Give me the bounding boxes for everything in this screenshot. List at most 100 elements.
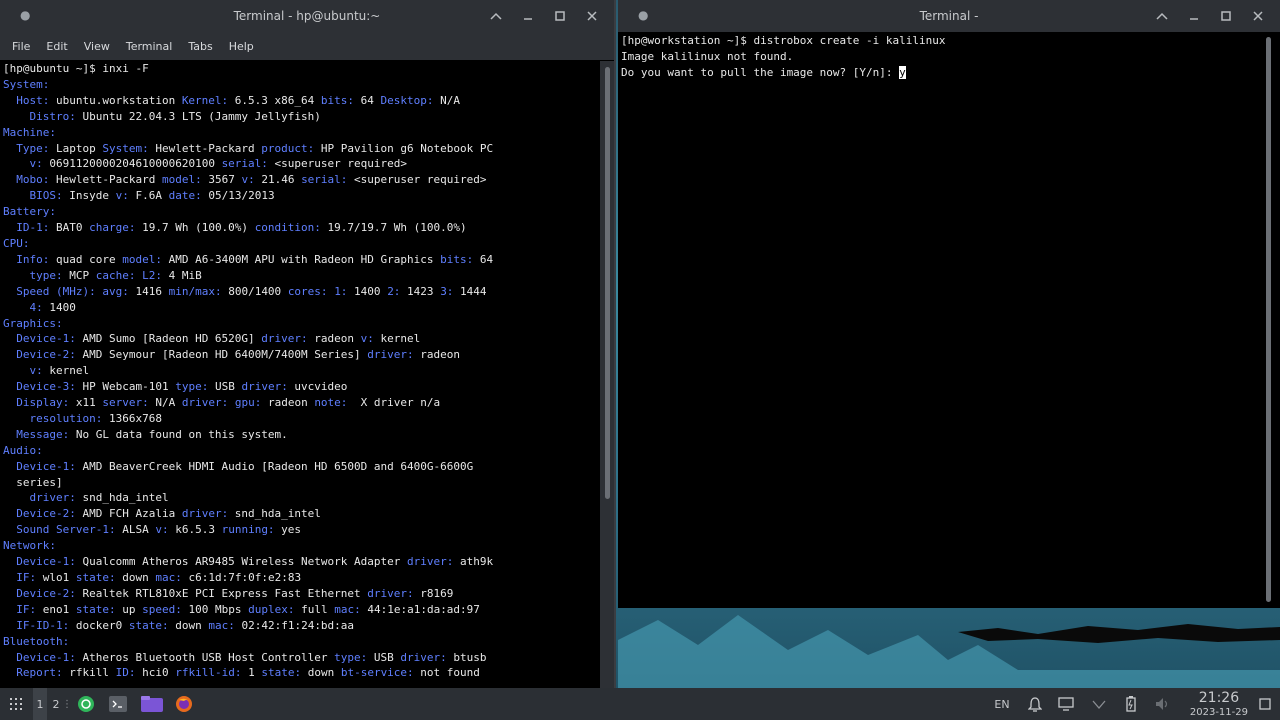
field-label: v:	[3, 157, 43, 171]
workspace-1[interactable]: 1	[33, 688, 47, 720]
menu-file[interactable]: File	[4, 40, 38, 53]
firefox-icon[interactable]	[174, 688, 194, 720]
field-value: x11	[69, 396, 103, 410]
show-desktop-icon[interactable]	[1255, 688, 1275, 720]
terminal-output[interactable]: [hp@workstation ~]$ distrobox create -i …	[618, 33, 1258, 608]
field-value: uvcvideo	[287, 380, 348, 394]
field-value: snd_hda_intel	[75, 491, 169, 505]
field-value: 21.46	[254, 173, 302, 187]
maximize-button[interactable]	[544, 6, 576, 26]
field-label: 3:	[440, 284, 454, 298]
battery-icon[interactable]	[1120, 688, 1142, 720]
field-value: No GL data found on this system.	[69, 427, 288, 441]
field-label: state:	[75, 571, 116, 584]
taskbar: 1 2 ⋮ EN 21:26 2023-11-29	[0, 688, 1280, 720]
keyboard-layout[interactable]: EN	[990, 688, 1014, 720]
field-value: AMD Seymour [Radeon HD 6400M/7400M Serie…	[75, 348, 368, 362]
scrollbar-thumb[interactable]	[605, 67, 610, 499]
menu-terminal[interactable]: Terminal	[118, 40, 181, 53]
field-value: ath9k	[453, 555, 494, 569]
terminal-line: Device-2: AMD Seymour [Radeon HD 6400M/7…	[3, 347, 600, 363]
app-menu-icon[interactable]	[6, 688, 26, 720]
field-value: Realtek RTL810xE PCI Express Fast Ethern…	[75, 586, 368, 600]
field-value: 0691120000204610000620100	[42, 157, 222, 171]
field-value: full	[294, 602, 335, 616]
field-label: model:	[161, 173, 202, 187]
menu-edit[interactable]: Edit	[38, 40, 75, 53]
file-manager-icon[interactable]	[140, 688, 164, 720]
field-label: v:	[360, 332, 374, 346]
field-value: 3567	[201, 173, 242, 187]
bell-icon[interactable]	[1024, 688, 1046, 720]
terminal-window-right[interactable]: ● Terminal - [hp@workstation ~]$ distrob…	[618, 0, 1280, 608]
network-icon[interactable]	[1088, 688, 1110, 720]
titlebar[interactable]: ● Terminal -	[618, 0, 1280, 32]
field-label: Device-1:	[3, 650, 76, 664]
field-label: Graphics:	[3, 316, 63, 330]
field-label: product:	[261, 141, 315, 155]
terminal-line: IF: eno1 state: up speed: 100 Mbps duple…	[3, 602, 600, 618]
shade-button[interactable]	[1146, 6, 1178, 26]
menu-tabs[interactable]: Tabs	[180, 40, 220, 53]
field-label: Mobo:	[3, 173, 50, 187]
terminal-line: BIOS: Insyde v: F.6A date: 05/13/2013	[3, 188, 600, 204]
minimize-button[interactable]	[1178, 6, 1210, 26]
field-label: CPU:	[3, 236, 30, 250]
field-label: ID-1:	[3, 221, 50, 235]
close-button[interactable]	[576, 6, 608, 26]
field-label: Device-1:	[3, 555, 76, 569]
close-button[interactable]	[1242, 6, 1274, 26]
field-label: Device-3:	[3, 380, 76, 394]
clock[interactable]: 21:26 2023-11-29	[1190, 689, 1248, 719]
field-label: Battery:	[3, 205, 56, 219]
terminal-line: Network:	[3, 538, 600, 554]
field-label: driver:	[407, 555, 454, 569]
field-value: quad core	[49, 252, 123, 266]
field-label: state:	[75, 602, 116, 616]
field-value: radeon	[261, 396, 315, 410]
field-value: kernel	[373, 332, 421, 346]
titlebar[interactable]: ● Terminal - hp@ubuntu:~	[0, 0, 614, 32]
terminal-line: System:	[3, 77, 600, 93]
shade-button[interactable]	[480, 6, 512, 26]
maximize-icon	[555, 11, 565, 21]
field-value: 1400	[42, 300, 76, 314]
field-value: ubuntu.workstation	[49, 93, 182, 107]
terminal-line: Graphics:	[3, 316, 600, 332]
terminal-line: Sound Server-1: ALSA v: k6.5.3 running: …	[3, 522, 600, 538]
menu-view[interactable]: View	[76, 40, 118, 53]
scrollbar-thumb[interactable]	[1266, 37, 1271, 602]
terminal-line: Type: Laptop System: Hewlett-Packard pro…	[3, 141, 600, 157]
display-icon[interactable]	[1055, 688, 1077, 720]
scrollbar[interactable]	[600, 61, 614, 688]
workspace-more-icon[interactable]: ⋮	[62, 688, 72, 720]
workspace-2[interactable]: 2	[49, 688, 63, 720]
field-value: 1400	[347, 284, 388, 298]
field-value: 1366x768	[102, 411, 162, 425]
terminal-line: ID-1: BAT0 charge: 19.7 Wh (100.0%) cond…	[3, 220, 600, 236]
maximize-button[interactable]	[1210, 6, 1242, 26]
field-label: rfkill-id:	[175, 666, 242, 680]
field-label: System:	[102, 141, 149, 155]
field-label: mac:	[208, 618, 235, 632]
field-value: Hewlett-Packard	[49, 173, 162, 187]
terminal-line: Device-2: AMD FCH Azalia driver: snd_hda…	[3, 506, 600, 522]
volume-icon[interactable]	[1152, 688, 1174, 720]
field-value: 64	[354, 93, 381, 107]
field-value: N/A	[148, 396, 182, 410]
line-3: Do you want to pull the image now? [Y/n]…	[621, 65, 900, 79]
terminal-line: resolution: 1366x768	[3, 411, 600, 427]
terminal-window-left[interactable]: ● Terminal - hp@ubuntu:~ File Edit View …	[0, 0, 616, 688]
menu-help[interactable]: Help	[221, 40, 262, 53]
field-label: bits:	[440, 252, 474, 266]
field-label: Type:	[3, 141, 50, 155]
scrollbar[interactable]	[1258, 33, 1280, 608]
terminal-output[interactable]: [hp@ubuntu ~]$ inxi -F System: Host: ubun…	[0, 61, 600, 688]
field-label: speed:	[142, 602, 182, 616]
terminal-app-icon[interactable]	[108, 688, 128, 720]
minimize-button[interactable]	[512, 6, 544, 26]
chat-app-icon[interactable]	[76, 688, 96, 720]
field-label: Device-1:	[3, 332, 76, 346]
field-label: Speed (MHz):	[3, 284, 96, 298]
field-label: IF-ID-1:	[3, 618, 70, 632]
